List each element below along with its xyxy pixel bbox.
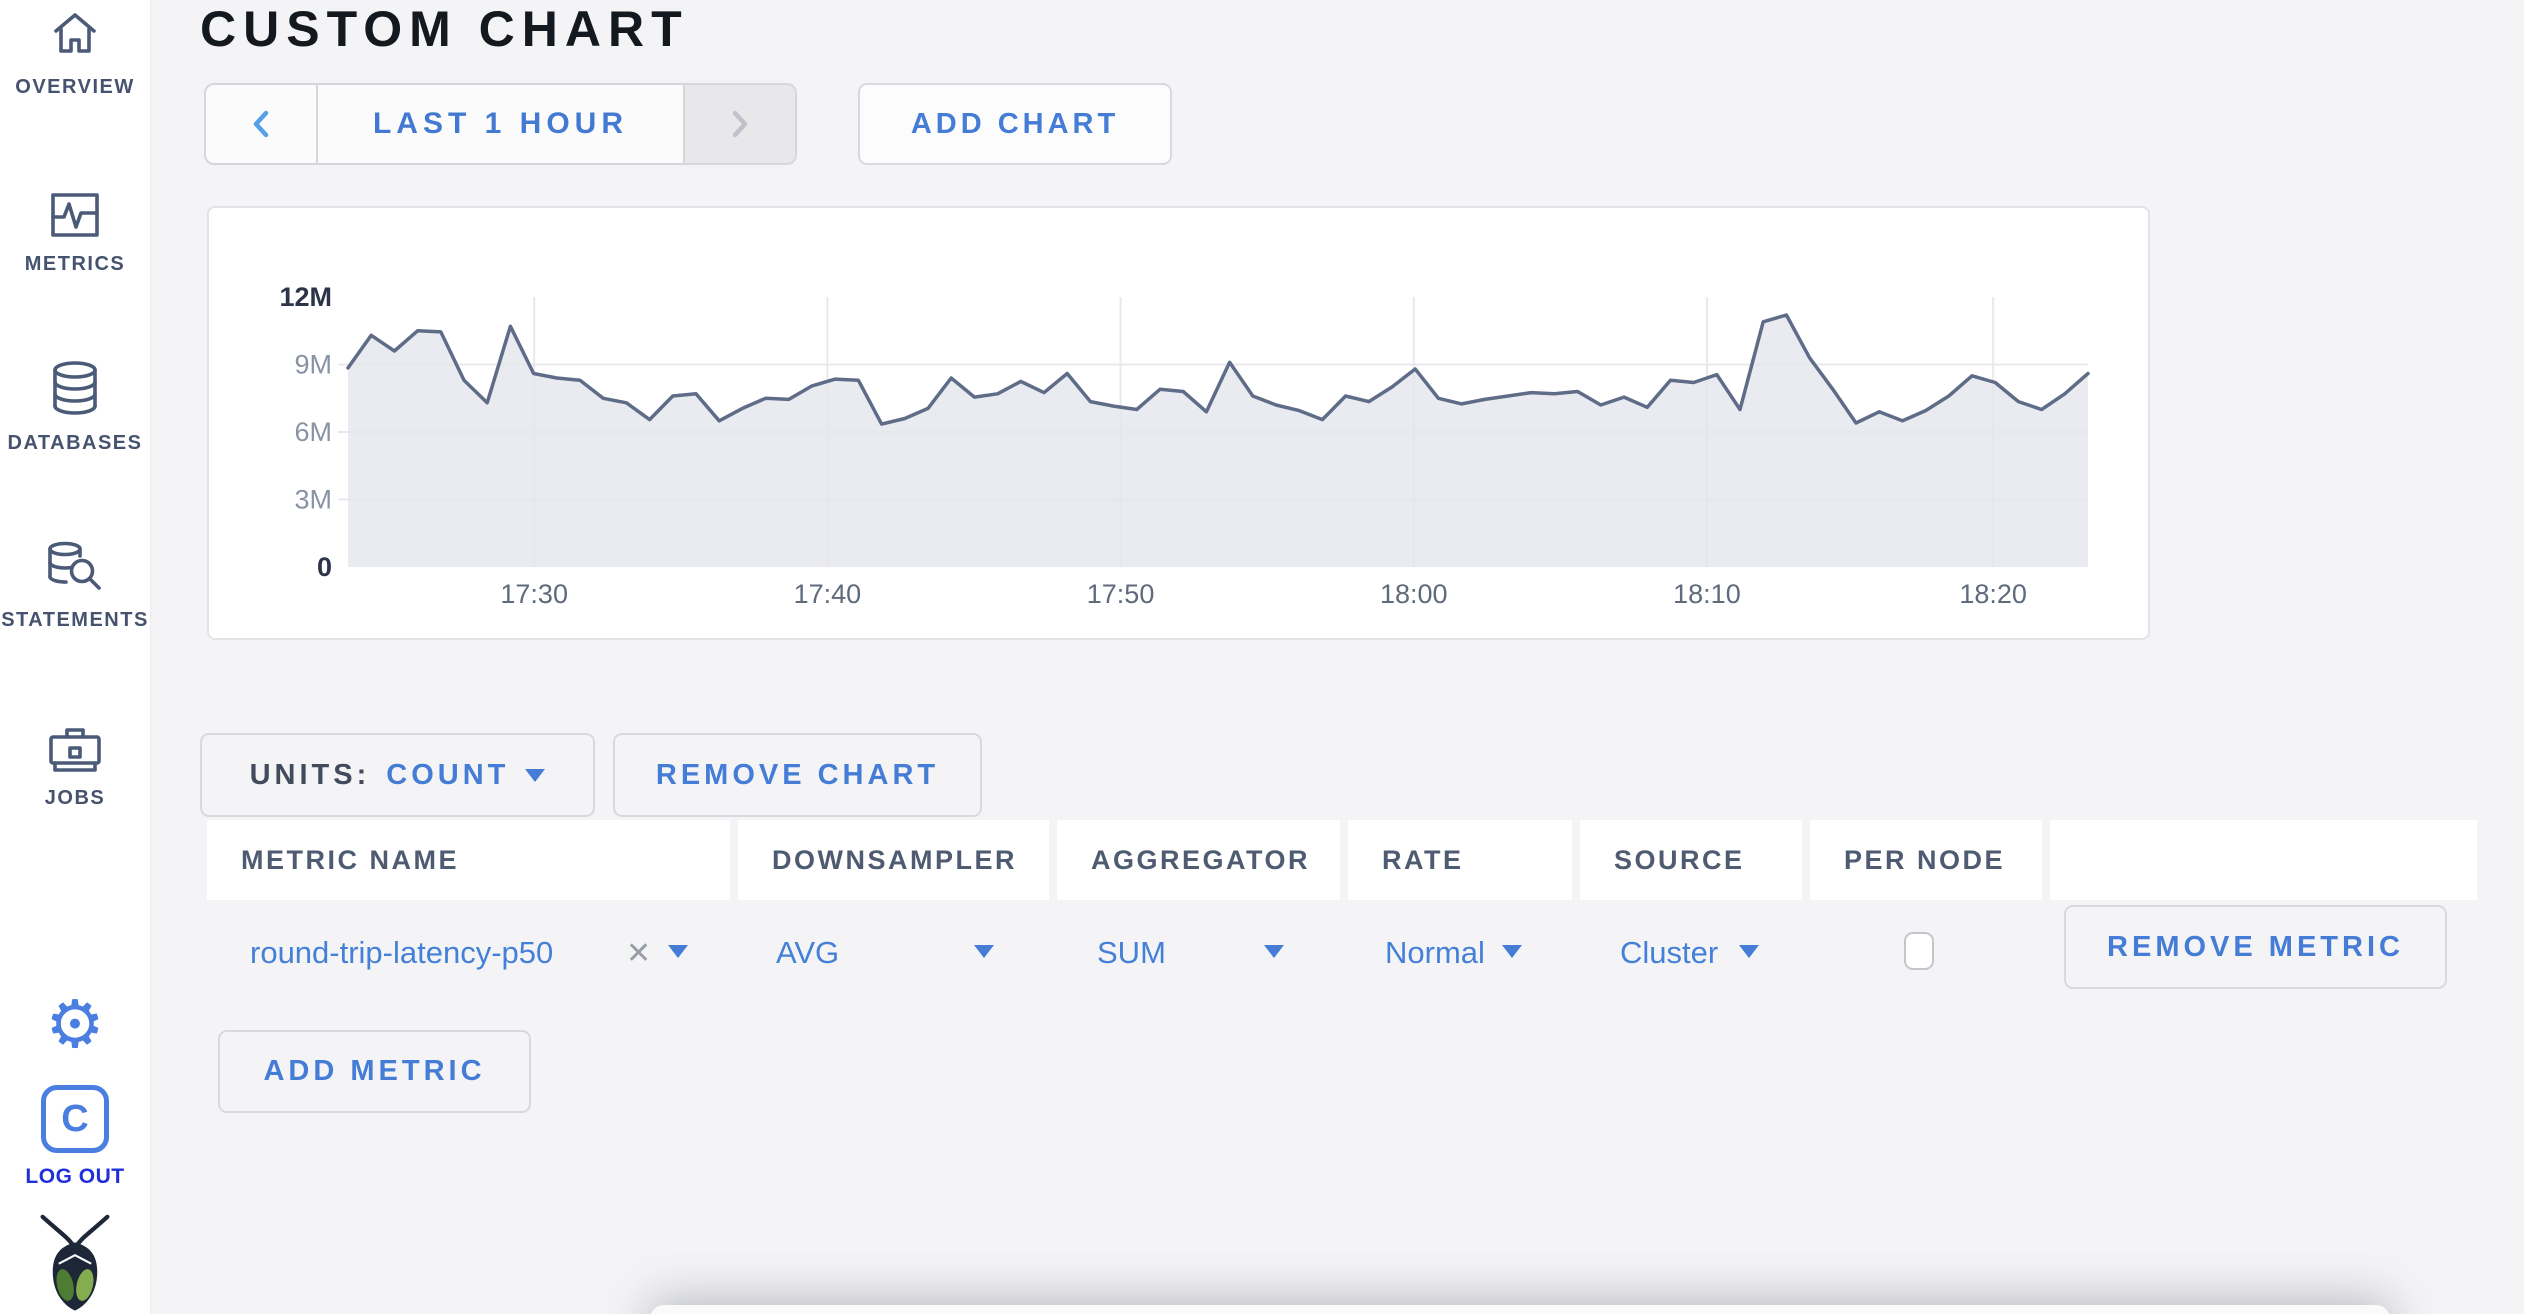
- sidebar-item-statements[interactable]: STATEMENTS: [0, 540, 150, 632]
- per-node-checkbox[interactable]: [1904, 932, 1934, 970]
- svg-text:6M: 6M: [294, 417, 332, 447]
- cockroach-logo: [0, 1210, 150, 1314]
- svg-text:18:10: 18:10: [1673, 579, 1741, 609]
- sidebar-item-databases[interactable]: DATABASES: [0, 360, 150, 455]
- chevron-down-icon: [525, 768, 546, 782]
- column-header-downsampler: DOWNSAMPLER: [738, 820, 1049, 900]
- svg-text:18:00: 18:00: [1380, 579, 1448, 609]
- column-header-aggregator: AGGREGATOR: [1057, 820, 1340, 900]
- units-dropdown[interactable]: UNITS: COUNT: [200, 733, 595, 817]
- add-chart-button[interactable]: ADD CHART: [858, 83, 1172, 165]
- time-range-label[interactable]: LAST 1 HOUR: [318, 85, 683, 163]
- sidebar-item-label: DATABASES: [7, 432, 143, 454]
- column-header-actions: [2050, 820, 2477, 900]
- clear-metric-icon[interactable]: ✕: [626, 936, 651, 971]
- settings-button[interactable]: ⚙: [0, 990, 150, 1060]
- units-label: UNITS:: [249, 758, 371, 791]
- add-metric-button[interactable]: ADD METRIC: [218, 1030, 531, 1113]
- units-value: COUNT: [386, 758, 510, 791]
- svg-text:3M: 3M: [294, 485, 332, 515]
- sidebar-item-label: JOBS: [44, 787, 106, 809]
- column-header-rate: RATE: [1348, 820, 1572, 900]
- aggregator-caret-icon[interactable]: [1264, 945, 1284, 958]
- sidebar: OVERVIEW METRICS DATABASES STATEMENTS JO…: [0, 0, 151, 1314]
- cockroach-c-icon: C: [41, 1085, 109, 1153]
- next-card-shadow: [650, 1305, 2390, 1314]
- column-header-per-node: PER NODE: [1810, 820, 2042, 900]
- svg-text:17:40: 17:40: [794, 579, 862, 609]
- svg-text:17:50: 17:50: [1087, 579, 1155, 609]
- database-icon: [53, 361, 97, 415]
- remove-metric-button[interactable]: REMOVE METRIC: [2064, 905, 2447, 989]
- sidebar-item-label: METRICS: [24, 253, 126, 275]
- sidebar-item-jobs[interactable]: JOBS: [0, 724, 150, 810]
- page-title: CUSTOM CHART: [200, 1, 689, 57]
- time-range-selector: LAST 1 HOUR: [204, 83, 797, 165]
- rate-dropdown[interactable]: Normal: [1385, 935, 1485, 971]
- logout-label: LOG OUT: [25, 1165, 125, 1188]
- time-range-next-button[interactable]: [683, 85, 795, 163]
- svg-text:9M: 9M: [294, 350, 332, 380]
- sidebar-item-metrics[interactable]: METRICS: [0, 192, 150, 276]
- rate-caret-icon[interactable]: [1502, 945, 1522, 958]
- metric-name-caret-icon[interactable]: [668, 945, 688, 958]
- chevron-right-icon: [732, 110, 748, 138]
- column-header-source: SOURCE: [1580, 820, 1802, 900]
- statements-icon: [48, 541, 101, 590]
- source-caret-icon[interactable]: [1739, 945, 1759, 958]
- source-dropdown[interactable]: Cluster: [1620, 935, 1718, 971]
- svg-text:0: 0: [317, 552, 332, 582]
- gear-icon: ⚙: [45, 986, 105, 1063]
- metric-name-value[interactable]: round-trip-latency-p50: [250, 935, 553, 971]
- sidebar-item-overview[interactable]: OVERVIEW: [0, 10, 150, 99]
- time-range-prev-button[interactable]: [206, 85, 318, 163]
- metrics-icon: [51, 193, 99, 237]
- cockroach-bug-icon: [40, 1214, 110, 1311]
- home-icon: [54, 13, 96, 53]
- svg-text:18:20: 18:20: [1959, 579, 2027, 609]
- downsampler-caret-icon[interactable]: [974, 945, 994, 958]
- logout-button[interactable]: C LOG OUT: [0, 1085, 150, 1189]
- downsampler-dropdown[interactable]: AVG: [776, 935, 839, 971]
- svg-text:17:30: 17:30: [500, 579, 568, 609]
- column-header-metric-name: METRIC NAME: [207, 820, 730, 900]
- chevron-left-icon: [253, 110, 269, 138]
- svg-text:12M: 12M: [279, 282, 332, 312]
- briefcase-icon: [49, 728, 101, 772]
- aggregator-dropdown[interactable]: SUM: [1097, 935, 1166, 971]
- chart-card: 17:30 17:40 17:50 18:00 18:10 18:20 0 3M 6M 9M 12M: [207, 206, 2150, 640]
- sidebar-item-label: OVERVIEW: [15, 76, 135, 98]
- sidebar-item-label: STATEMENTS: [1, 609, 149, 631]
- remove-chart-button[interactable]: REMOVE CHART: [613, 733, 982, 817]
- latency-chart: 17:30 17:40 17:50 18:00 18:10 18:20 0 3M 6M 9M 12M: [279, 282, 2090, 609]
